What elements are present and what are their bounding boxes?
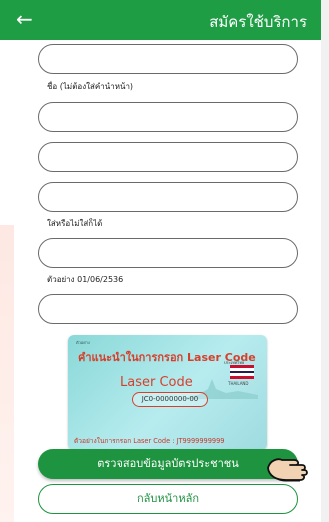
name-hint: ชื่อ (ไม่ต้องใส่คำนำหน้า) [47, 82, 134, 91]
date-example-hint: ตัวอย่าง 01/06/2536 [47, 275, 124, 284]
page-title: สมัครใช้บริการ [209, 13, 307, 31]
last-name-input[interactable] [38, 102, 298, 132]
verify-id-card-button[interactable]: ตรวจสอบข้อมูลบัตรประชาชน [38, 449, 298, 479]
scrollbar-track [321, 0, 329, 522]
optional-hint: ใส่หรือไม่ใส่ก็ได้ [47, 219, 103, 228]
first-name-input[interactable] [38, 44, 298, 74]
laser-code-guide-card: ตัวอย่าง คำแนะนำในการกรอก Laser Code ประ… [68, 335, 267, 450]
back-home-button[interactable]: กลับหน้าหลัก [38, 484, 298, 514]
birthdate-input[interactable] [38, 238, 298, 268]
laser-code-example: ตัวอย่างในการกรอก Laser Code : JT9999999… [74, 437, 225, 445]
back-arrow-icon[interactable]: ← [16, 8, 33, 30]
pointing-hand-icon [267, 458, 308, 482]
laser-code-label: Laser Code [120, 375, 193, 390]
id-number-input[interactable] [38, 142, 298, 172]
laser-code-sample: JC0-0000000-00 [132, 392, 208, 407]
laser-code-input[interactable] [38, 294, 298, 324]
middle-name-input[interactable] [38, 182, 298, 212]
decorative-edge [0, 225, 14, 522]
card-caption: ตัวอย่าง [76, 340, 90, 345]
app-header: ← สมัครใช้บริการ [0, 0, 321, 40]
